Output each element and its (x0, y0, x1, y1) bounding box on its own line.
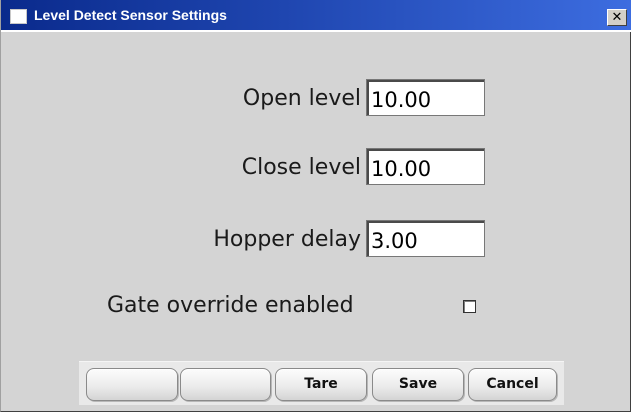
cancel-button[interactable]: Cancel (468, 368, 557, 401)
open-level-input[interactable] (366, 79, 485, 116)
hopper-delay-label: Hopper delay (213, 227, 361, 252)
close-level-input[interactable] (366, 148, 485, 185)
window-app-icon (10, 9, 27, 24)
blank-button-2[interactable] (180, 368, 271, 401)
button-bar: Tare Save Cancel (79, 361, 564, 405)
open-level-label: Open level (242, 86, 361, 111)
title-bar[interactable]: Level Detect Sensor Settings ✕ (1, 0, 631, 32)
hopper-delay-input[interactable] (366, 220, 485, 257)
close-level-label: Close level (241, 155, 361, 180)
window-title: Level Detect Sensor Settings (34, 7, 227, 23)
tare-button[interactable]: Tare (275, 368, 367, 401)
blank-button-1[interactable] (86, 368, 178, 401)
settings-dialog: Level Detect Sensor Settings ✕ Open leve… (0, 0, 631, 412)
close-button[interactable]: ✕ (607, 9, 627, 26)
close-icon: ✕ (611, 10, 623, 25)
gate-override-label: Gate override enabled (107, 293, 354, 318)
gate-override-checkbox[interactable] (463, 300, 476, 313)
save-button[interactable]: Save (372, 368, 464, 401)
